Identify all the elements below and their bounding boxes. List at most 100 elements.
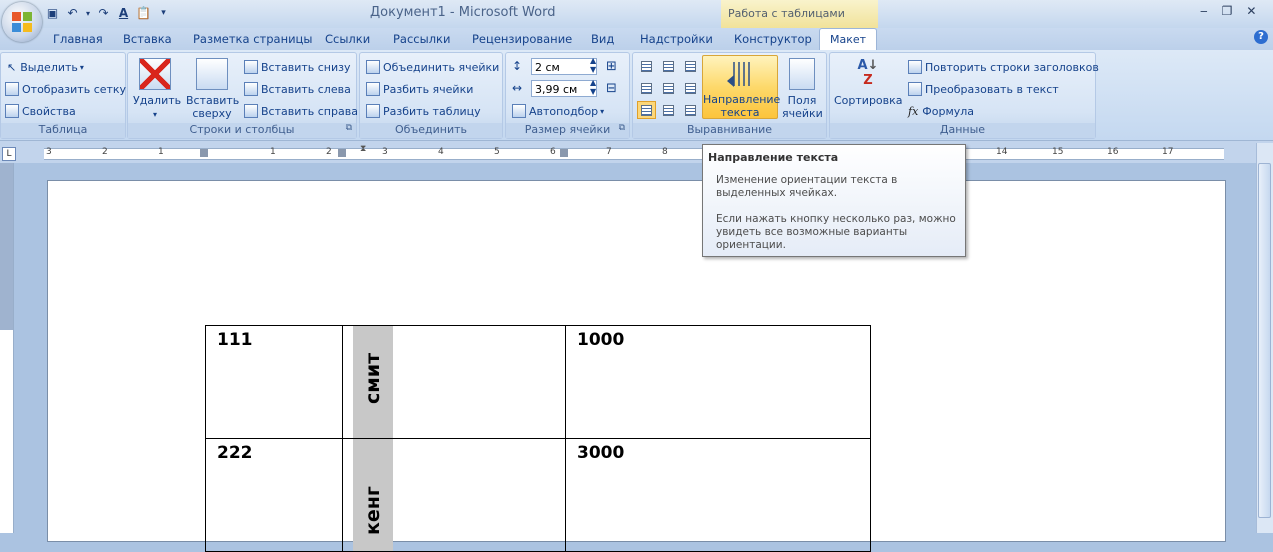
align-center-right-button[interactable]: [681, 79, 700, 97]
table-cell[interactable]: смит: [342, 325, 566, 439]
autofit-button[interactable]: Автоподбор ▾: [512, 102, 604, 120]
insert-above-button[interactable]: Вставить сверху: [186, 58, 240, 120]
paste-icon[interactable]: 📋: [135, 5, 152, 22]
split-cells-button[interactable]: Разбить ячейки: [366, 80, 473, 98]
ruler-number: 8: [662, 147, 668, 157]
table-cell[interactable]: 222: [205, 438, 343, 552]
formula-label: Формула: [922, 104, 975, 118]
split-table-button[interactable]: Разбить таблицу: [366, 102, 481, 120]
group-label-alignment: Выравнивание: [633, 123, 826, 138]
row-height-spinner-icon[interactable]: ▲ ▼: [590, 56, 596, 74]
align-bottom-left-icon: [641, 104, 652, 116]
font-color-icon[interactable]: A: [115, 5, 132, 22]
text-direction-button[interactable]: Направление текста: [702, 55, 780, 119]
undo-dropdown-icon[interactable]: ▾: [84, 5, 92, 22]
group-rows-columns: Удалить ▾ Вставить сверху Вставить снизу В…: [127, 52, 358, 139]
convert-to-text-button[interactable]: Преобразовать в текст: [908, 80, 1059, 98]
column-width-spinner-icon[interactable]: ▲ ▼: [590, 78, 596, 96]
horizontal-ruler[interactable]: 3 2 1 1 2 3 4 5 6 7 8 14 15 16 17 ⧗: [44, 144, 1224, 160]
tab-references[interactable]: Ссылки: [325, 32, 370, 46]
tab-view[interactable]: Вид: [591, 32, 614, 46]
formula-icon: fx: [908, 104, 919, 118]
distribute-rows-icon[interactable]: ⊞: [606, 59, 617, 74]
rows-columns-label: Строки и столбцы: [189, 123, 295, 136]
delete-button[interactable]: Удалить ▾: [133, 58, 181, 121]
office-button[interactable]: [2, 2, 42, 42]
align-bottom-right-button[interactable]: [681, 101, 700, 119]
redo-icon[interactable]: ↷: [95, 5, 112, 22]
align-top-center-button[interactable]: [659, 57, 678, 75]
column-width-input[interactable]: 3,99 см: [531, 80, 597, 97]
select-button[interactable]: ↖ Выделить ▾: [7, 58, 84, 76]
help-icon[interactable]: ?: [1254, 30, 1268, 44]
align-bottom-left-button[interactable]: [637, 101, 656, 119]
ruler-number: 5: [494, 147, 500, 157]
align-top-left-button[interactable]: [637, 57, 656, 75]
tab-addins[interactable]: Надстройки: [640, 32, 713, 46]
split-table-icon: [366, 104, 380, 118]
split-table-label: Разбить таблицу: [383, 104, 481, 118]
properties-button[interactable]: Свойства: [5, 102, 76, 120]
align-top-left-icon: [641, 60, 652, 72]
formula-button[interactable]: fx Формула: [908, 102, 974, 120]
undo-icon[interactable]: ↶: [64, 5, 81, 22]
distribute-columns-icon[interactable]: ⊟: [606, 81, 617, 96]
show-grid-button[interactable]: Отобразить сетку: [5, 80, 126, 98]
sort-label: Сортировка: [834, 94, 903, 107]
align-center-left-button[interactable]: [637, 79, 656, 97]
restore-button[interactable]: ❐: [1222, 4, 1233, 18]
column-marker[interactable]: [338, 149, 346, 157]
ribbon: ↖ Выделить ▾ Отобразить сетку Свойства Таб…: [0, 50, 1273, 141]
document-table[interactable]: 111 смит 1000 222 кенг 3000: [205, 325, 871, 552]
repeat-header-label: Повторить строки заголовков: [925, 60, 1099, 74]
cell-margins-button[interactable]: Поля ячейки: [782, 58, 823, 120]
ruler-number: 16: [1107, 147, 1119, 157]
indent-marker-icon[interactable]: ⧗: [360, 144, 366, 154]
dialog-launcher-icon[interactable]: ⧉: [346, 123, 352, 133]
ruler-number: 3: [46, 147, 52, 157]
align-top-center-icon: [663, 60, 674, 72]
align-center-button[interactable]: [659, 79, 678, 97]
vertical-text-box: смит: [353, 326, 393, 438]
tab-insert[interactable]: Вставка: [123, 32, 172, 46]
convert-text-label: Преобразовать в текст: [925, 82, 1059, 96]
insert-left-button[interactable]: Вставить слева: [244, 80, 351, 98]
column-marker[interactable]: [560, 149, 568, 157]
row-height-input[interactable]: 2 см: [531, 58, 597, 75]
insert-above-label-1: Вставить: [186, 94, 240, 107]
insert-below-button[interactable]: Вставить снизу: [244, 58, 351, 76]
merge-cells-button[interactable]: Объединить ячейки: [366, 58, 499, 76]
dialog-launcher-icon[interactable]: ⧉: [619, 123, 625, 133]
delete-label: Удалить: [133, 94, 182, 107]
tab-design[interactable]: Конструктор: [734, 32, 812, 46]
save-icon[interactable]: ▣: [44, 5, 61, 22]
sort-az-icon: A↓ Z: [857, 58, 879, 88]
column-marker[interactable]: [200, 149, 208, 157]
tab-home[interactable]: Главная: [53, 32, 103, 46]
minimize-button[interactable]: ‒: [1200, 4, 1208, 18]
align-top-right-button[interactable]: [681, 57, 700, 75]
vertical-ruler-margin: [0, 163, 13, 330]
tab-page-layout[interactable]: Разметка страницы: [193, 32, 312, 46]
table-cell[interactable]: 111: [205, 325, 343, 439]
chevron-down-icon: ▾: [600, 106, 605, 116]
table-cell[interactable]: 1000: [565, 325, 871, 439]
customize-toolbar-icon[interactable]: ▾: [155, 5, 172, 22]
repeat-header-rows-button[interactable]: Повторить строки заголовков: [908, 58, 1099, 76]
cell-text: 1000: [577, 330, 625, 350]
insert-below-label: Вставить снизу: [261, 60, 351, 74]
cell-text: 111: [217, 330, 253, 350]
sort-button[interactable]: A↓ Z Сортировка: [834, 58, 903, 107]
close-button[interactable]: ✕: [1246, 4, 1256, 18]
tab-review[interactable]: Рецензирование: [472, 32, 572, 46]
tooltip-line: ориентации.: [716, 239, 786, 251]
align-bottom-center-button[interactable]: [659, 101, 678, 119]
insert-right-button[interactable]: Вставить справа: [244, 102, 358, 120]
tab-selector[interactable]: L: [2, 147, 16, 161]
scrollbar-thumb[interactable]: [1258, 163, 1271, 518]
group-label-cell-size: Размер ячейки ⧉: [506, 123, 629, 138]
chevron-down-icon: ▾: [79, 62, 84, 72]
table-cell[interactable]: 3000: [565, 438, 871, 552]
tab-mailings[interactable]: Рассылки: [393, 32, 450, 46]
table-cell[interactable]: кенг: [342, 438, 566, 552]
